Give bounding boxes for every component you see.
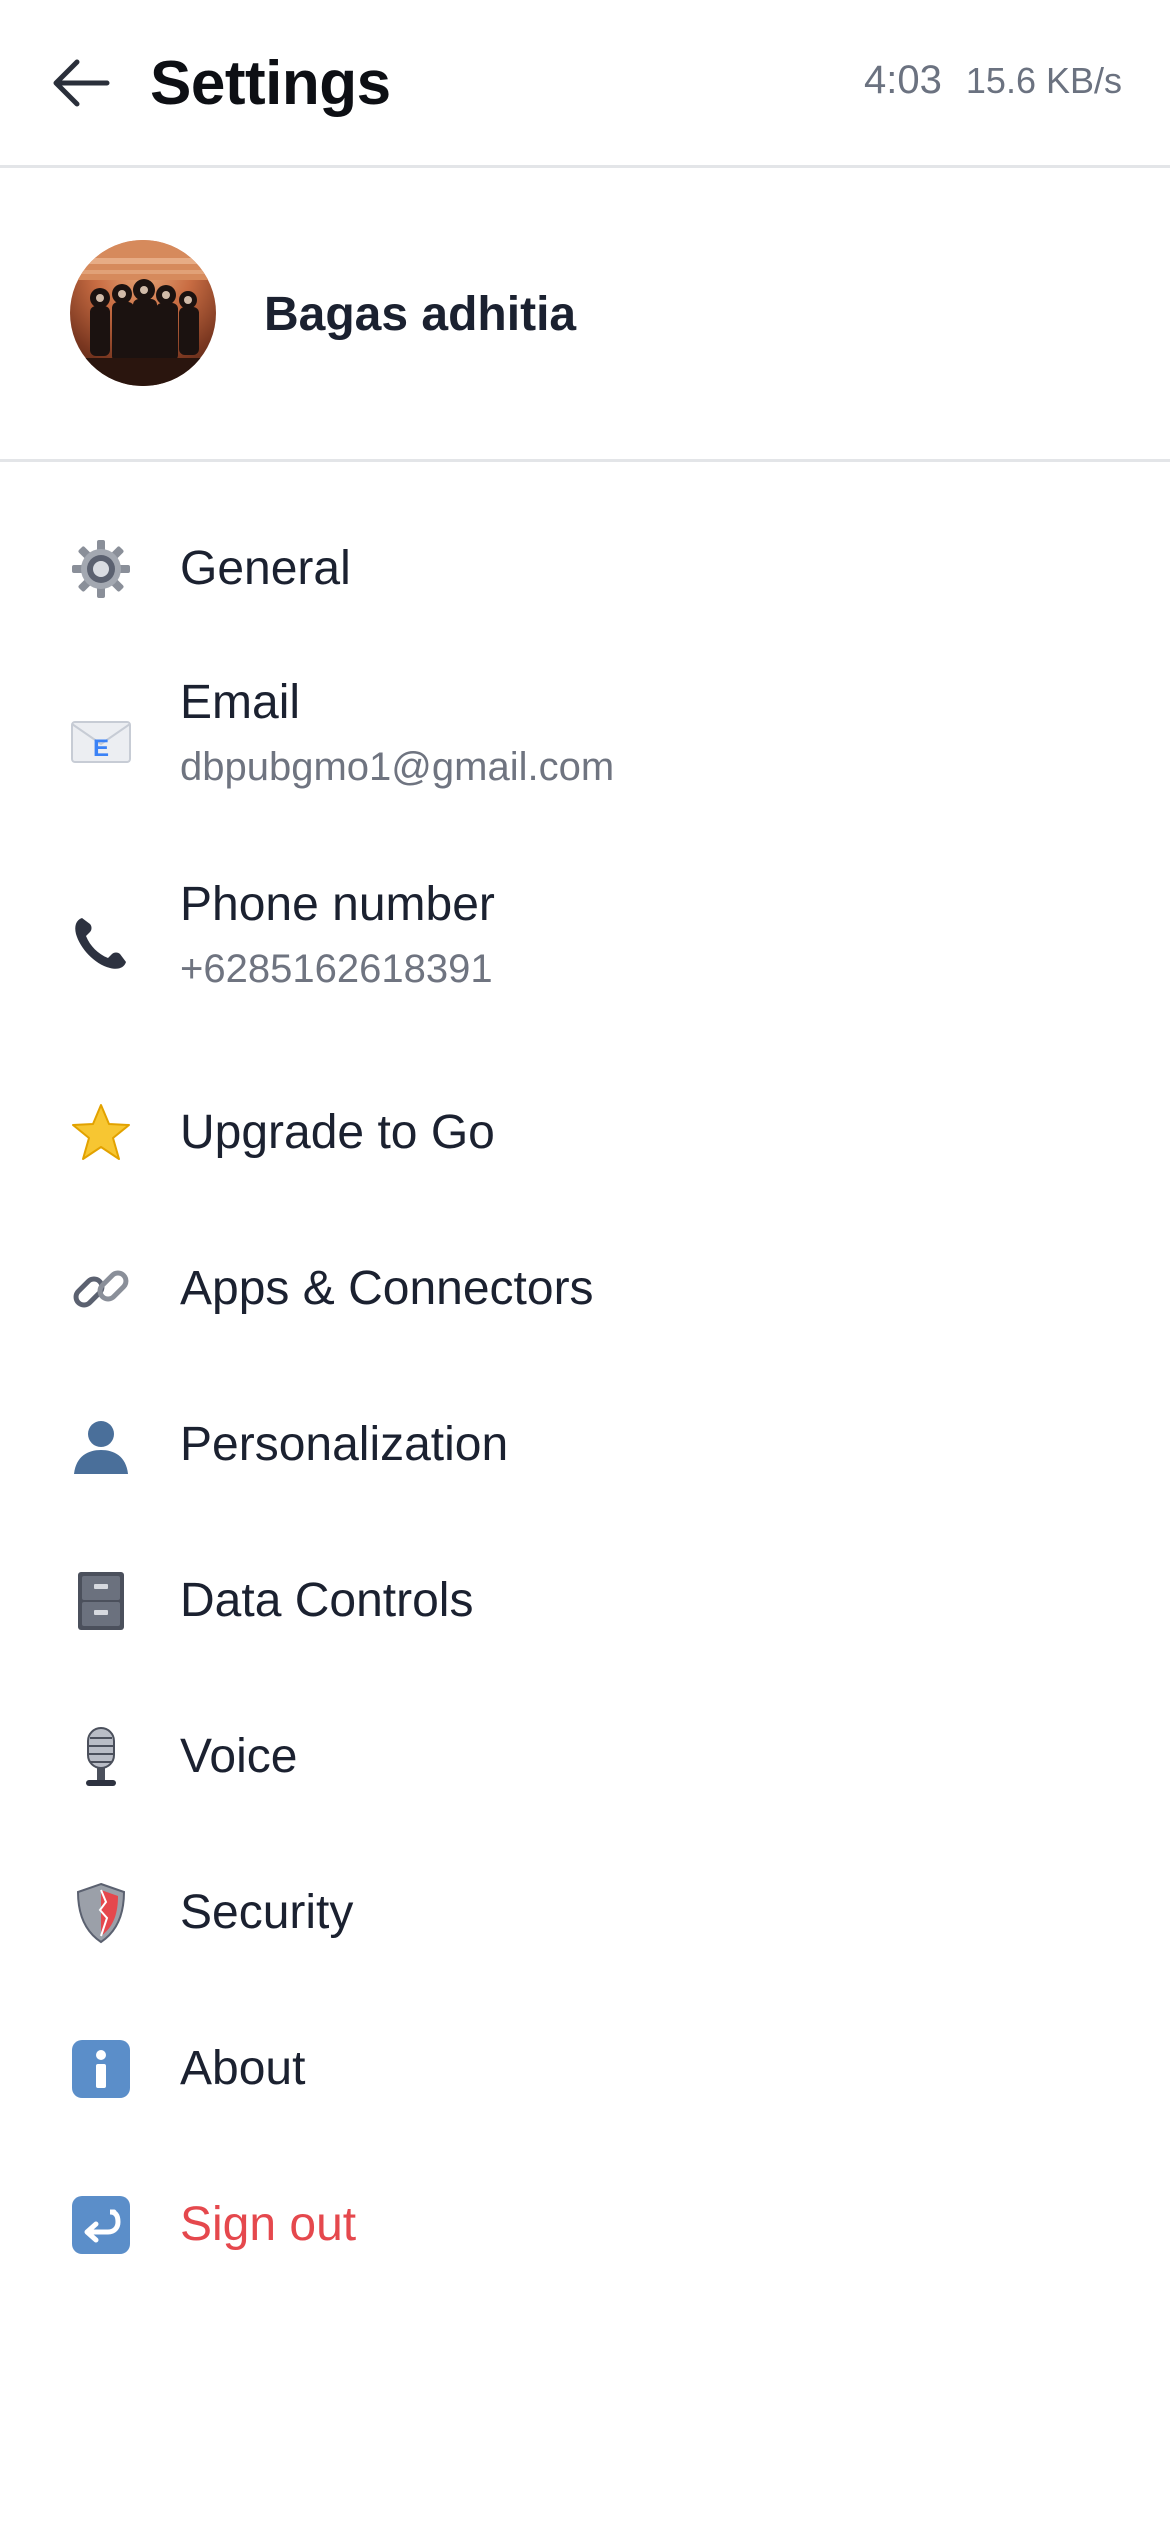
return-arrow-icon: [70, 2194, 132, 2256]
gear-icon: [70, 538, 132, 600]
menu-item-label: Security: [180, 1886, 354, 1939]
menu-item-label: Sign out: [180, 2198, 357, 2251]
profile-row[interactable]: Bagas adhitia: [0, 168, 1170, 462]
microphone-icon: [70, 1726, 132, 1788]
shield-icon: [70, 1882, 132, 1944]
menu-item-security[interactable]: Security: [0, 1858, 1170, 1968]
file-cabinet-icon: [70, 1570, 132, 1632]
top-bar: Settings 4:03 15.6 KB/s: [0, 0, 1170, 168]
clock: 4:03: [864, 58, 942, 102]
network-speed: 15.6 KB/s: [965, 60, 1122, 101]
svg-text:E: E: [93, 735, 109, 762]
email-value: dbpubgmo1@gmail.com: [180, 745, 615, 789]
info-icon: [70, 2038, 132, 2100]
menu-item-about[interactable]: About: [0, 2014, 1170, 2124]
menu-item-email[interactable]: E Email dbpubgmo1@gmail.com: [0, 662, 1170, 812]
menu-item-label: Personalization: [180, 1418, 509, 1471]
envelope-icon: E: [70, 710, 132, 772]
phone-value: +6285162618391: [180, 947, 493, 991]
menu-item-phone[interactable]: Phone number +6285162618391: [0, 866, 1170, 1016]
menu-item-label: Data Controls: [180, 1574, 474, 1627]
person-icon: [70, 1414, 132, 1476]
menu-item-label: About: [180, 2042, 306, 2095]
menu-item-upgrade[interactable]: Upgrade to Go: [0, 1078, 1170, 1188]
status-indicator: 4:03 15.6 KB/s: [864, 58, 1122, 103]
menu-item-apps-connectors[interactable]: Apps & Connectors: [0, 1234, 1170, 1344]
menu-item-data-controls[interactable]: Data Controls: [0, 1546, 1170, 1656]
phone-icon: [70, 912, 132, 974]
menu-item-label: Email: [180, 676, 301, 729]
menu-item-personalization[interactable]: Personalization: [0, 1390, 1170, 1500]
link-icon: [70, 1258, 132, 1320]
menu-item-label: Voice: [180, 1730, 298, 1783]
menu-item-label: General: [180, 542, 351, 595]
back-button[interactable]: [46, 52, 116, 118]
menu-item-label: Apps & Connectors: [180, 1262, 594, 1315]
user-name: Bagas adhitia: [264, 288, 577, 341]
menu-item-label: Upgrade to Go: [180, 1106, 495, 1159]
sign-out-button[interactable]: Sign out: [0, 2170, 1170, 2280]
page-title: Settings: [150, 49, 391, 118]
star-icon: [70, 1102, 132, 1164]
arrow-left-icon: [51, 58, 111, 113]
menu-item-voice[interactable]: Voice: [0, 1702, 1170, 1812]
menu-item-label: Phone number: [180, 878, 495, 931]
avatar[interactable]: [70, 240, 216, 386]
menu-item-general[interactable]: General: [0, 514, 1170, 624]
